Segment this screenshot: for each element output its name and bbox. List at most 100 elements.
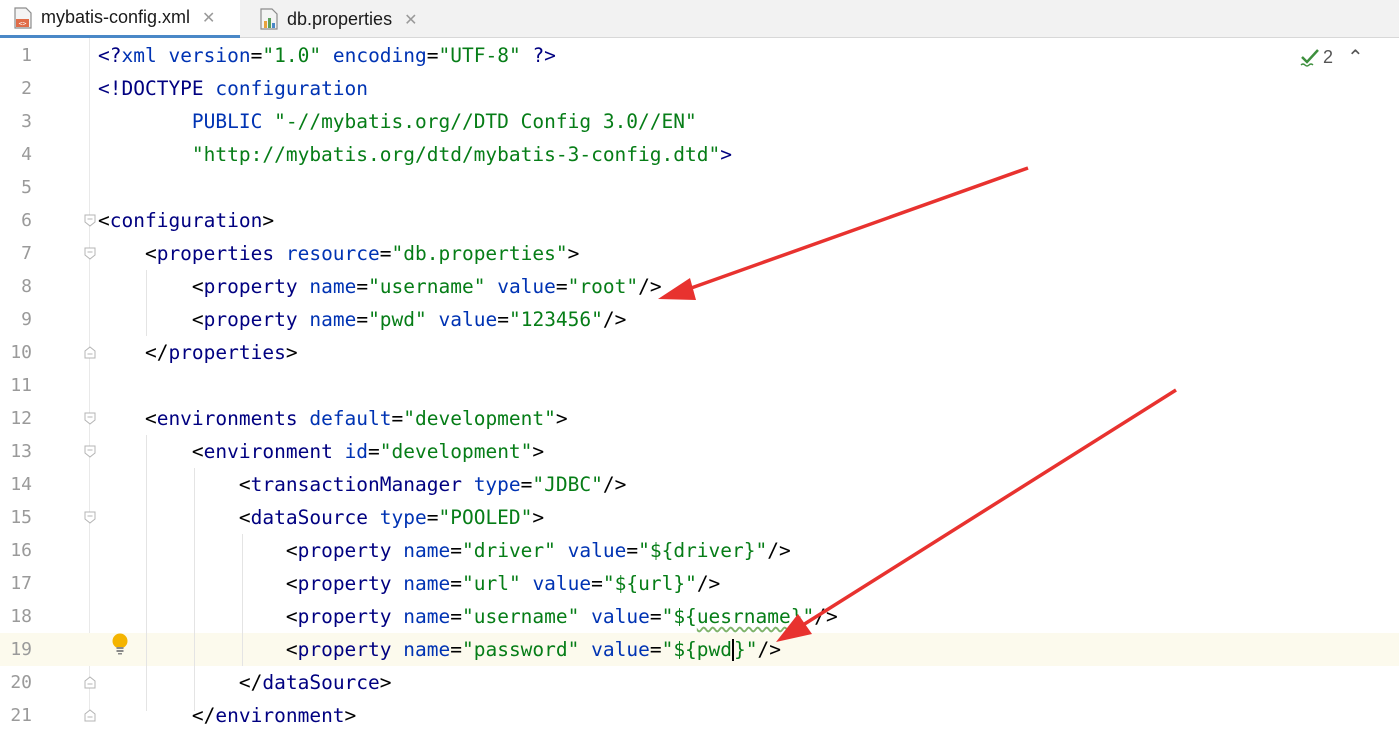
code-token: </ <box>98 671 263 694</box>
code-token: /> <box>696 572 721 595</box>
code-token: version <box>168 44 251 67</box>
fold-open-icon[interactable] <box>84 412 96 425</box>
code-text: <transactionManager type="JDBC"/> <box>98 468 626 501</box>
code-text: <properties resource="db.properties"> <box>98 237 579 270</box>
line-number: 17 <box>10 573 32 594</box>
code-token: properties <box>156 242 286 265</box>
code-token: > <box>720 143 732 166</box>
code-token: dataSource <box>250 506 380 529</box>
code-token: < <box>98 308 204 331</box>
code-token: configuration <box>109 209 263 232</box>
code-line[interactable]: 1 <?xml version="1.0" encoding="UTF-8" ?> <box>0 39 1399 72</box>
chevron-up-icon[interactable]: ⌃ <box>1347 45 1364 70</box>
code-token: id <box>344 440 369 463</box>
code-token: = <box>626 539 639 562</box>
code-line[interactable]: 12 <environments default="development"> <box>0 402 1399 435</box>
code-line[interactable]: 14 <transactionManager type="JDBC"/> <box>0 468 1399 501</box>
code-token: > <box>567 242 580 265</box>
code-line[interactable]: 15 <dataSource type="POOLED"> <box>0 501 1399 534</box>
fold-close-icon[interactable] <box>84 676 96 689</box>
properties-file-icon <box>260 8 278 30</box>
code-line[interactable]: 21 </environment> <box>0 699 1399 732</box>
code-token: = <box>649 638 662 661</box>
code-token: "password" <box>461 638 592 661</box>
code-token: "username" <box>461 605 592 628</box>
code-token: < <box>98 572 298 595</box>
line-number: 3 <box>21 111 32 132</box>
code-token: property <box>203 275 310 298</box>
code-token: < <box>98 473 251 496</box>
fold-close-icon[interactable] <box>84 346 96 359</box>
code-token: "POOLED" <box>438 506 533 529</box>
fold-open-icon[interactable] <box>84 214 96 227</box>
code-token: "url" <box>461 572 533 595</box>
code-token: = <box>497 308 509 331</box>
code-text: <configuration> <box>98 204 274 237</box>
tab-mybatis-config[interactable]: <> mybatis-config.xml ✕ <box>0 0 240 38</box>
code-token: "db.properties" <box>391 242 568 265</box>
code-token: < <box>98 506 251 529</box>
code-token: properties <box>168 341 286 364</box>
code-token: type <box>473 473 521 496</box>
code-token: "-//mybatis.org//DTD Config 3.0//EN" <box>274 110 697 133</box>
code-token: "driver" <box>461 539 568 562</box>
fold-open-icon[interactable] <box>84 247 96 260</box>
code-line[interactable]: 11 <box>0 369 1399 402</box>
svg-text:<>: <> <box>19 19 27 27</box>
code-token: }" <box>790 605 815 628</box>
code-token: < <box>98 242 157 265</box>
code-text: </properties> <box>98 336 298 369</box>
line-number: 1 <box>21 45 32 66</box>
code-text: </dataSource> <box>98 666 392 699</box>
code-token: "http://mybatis.org/dtd/mybatis-3-config… <box>191 143 721 166</box>
fold-open-icon[interactable] <box>84 445 96 458</box>
inspection-widget[interactable]: 2 ⌃ <box>1299 40 1399 74</box>
code-text: </environment> <box>98 699 356 732</box>
inspection-count: 2 <box>1323 46 1334 67</box>
code-token: transactionManager <box>250 473 474 496</box>
code-line[interactable]: 17 <property name="url" value="${url}"/> <box>0 567 1399 600</box>
close-icon[interactable]: ✕ <box>202 8 215 27</box>
code-token: name <box>403 572 451 595</box>
code-line[interactable]: 4 "http://mybatis.org/dtd/mybatis-3-conf… <box>0 138 1399 171</box>
code-line[interactable]: 3 PUBLIC "-//mybatis.org//DTD Config 3.0… <box>0 105 1399 138</box>
code-line[interactable]: 18 <property name="username" value="${ue… <box>0 600 1399 633</box>
code-text: <property name="pwd" value="123456"/> <box>98 303 626 336</box>
line-number: 16 <box>10 540 32 561</box>
line-number: 9 <box>21 309 32 330</box>
code-line[interactable]: 9 <property name="pwd" value="123456"/> <box>0 303 1399 336</box>
code-token: "JDBC" <box>532 473 603 496</box>
code-token: = <box>426 44 439 67</box>
code-line[interactable]: 6 <configuration> <box>0 204 1399 237</box>
code-line[interactable]: 16 <property name="driver" value="${driv… <box>0 534 1399 567</box>
code-text: <property name="username" value="${uesrn… <box>98 600 838 633</box>
line-number: 14 <box>10 474 32 495</box>
fold-open-icon[interactable] <box>84 511 96 524</box>
editor-tab-bar: <> mybatis-config.xml ✕ db.properties ✕ <box>0 0 1399 38</box>
code-line[interactable]: 13 <environment id="development"> <box>0 435 1399 468</box>
code-token: property <box>297 638 404 661</box>
code-token: "username" <box>368 275 498 298</box>
code-token: < <box>98 407 157 430</box>
code-token: = <box>391 407 404 430</box>
code-line[interactable]: 2 <!DOCTYPE configuration <box>0 72 1399 105</box>
code-line[interactable]: 8 <property name="username" value="root"… <box>0 270 1399 303</box>
code-line[interactable]: 19 <property name="password" value="${pw… <box>0 633 1399 666</box>
tab-db-properties[interactable]: db.properties ✕ <box>246 0 436 38</box>
line-number: 11 <box>10 375 32 396</box>
close-icon[interactable]: ✕ <box>404 10 417 29</box>
code-token: > <box>285 341 298 364</box>
code-token: value <box>591 605 650 628</box>
code-token: = <box>450 638 462 661</box>
code-token: </ <box>98 341 169 364</box>
code-line[interactable]: 20 </dataSource> <box>0 666 1399 699</box>
lightbulb-icon[interactable] <box>110 632 130 656</box>
code-line[interactable]: 5 <box>0 171 1399 204</box>
xml-file-icon: <> <box>14 6 32 29</box>
code-token: > <box>344 704 357 727</box>
code-token: property <box>203 308 310 331</box>
code-token: = <box>555 275 568 298</box>
code-line[interactable]: 10 </properties> <box>0 336 1399 369</box>
code-line[interactable]: 7 <properties resource="db.properties"> <box>0 237 1399 270</box>
line-number: 5 <box>21 177 32 198</box>
